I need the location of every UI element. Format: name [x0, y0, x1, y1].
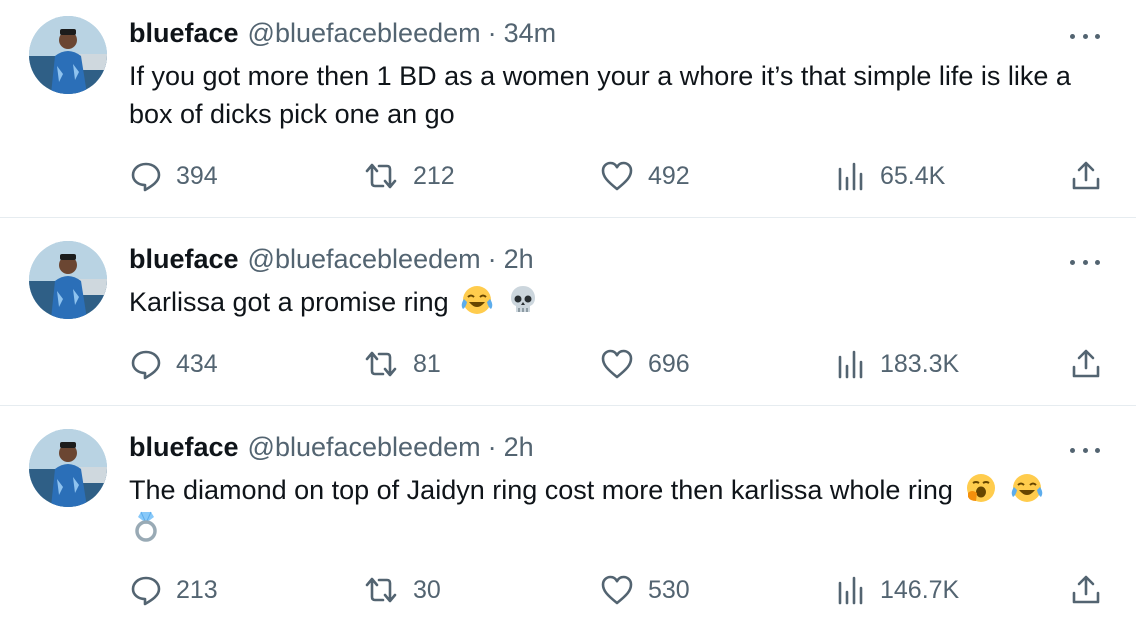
- like-count: 696: [648, 349, 690, 378]
- bar-chart-icon: [838, 576, 863, 605]
- speech-bubble-icon: [131, 350, 161, 380]
- share-upload-icon: [1072, 349, 1100, 378]
- repost-button[interactable]: 30: [363, 573, 441, 607]
- share-button[interactable]: [1070, 347, 1116, 381]
- tweet-text: Karlissa got a promise ring: [129, 283, 1089, 321]
- tweet-text: If you got more then 1 BD as a women you…: [129, 57, 1089, 133]
- views-button[interactable]: 65.4K: [836, 159, 945, 193]
- like-count: 530: [648, 575, 690, 604]
- skull-emoji: [510, 286, 535, 312]
- tweet-text-content: If you got more then 1 BD as a women you…: [129, 61, 1071, 129]
- like-count: 492: [648, 161, 690, 190]
- reply-count: 394: [176, 161, 218, 190]
- tweet[interactable]: blueface @bluefacebleedem · 2h The diamo…: [0, 407, 1136, 628]
- face-with-tears-of-joy-emoji: [1011, 474, 1043, 502]
- speech-bubble-icon: [131, 162, 161, 192]
- repost-button[interactable]: 81: [363, 347, 441, 381]
- heart-icon: [601, 349, 633, 379]
- tweet-actions: 434 81 696 183.3K: [130, 347, 1105, 381]
- like-button[interactable]: 530: [600, 573, 690, 607]
- repost-count: 81: [413, 349, 441, 378]
- separator-dot: ·: [487, 432, 497, 462]
- reply-count: 434: [176, 349, 218, 378]
- display-name[interactable]: blueface: [129, 242, 239, 276]
- share-button[interactable]: [1070, 573, 1116, 607]
- avatar[interactable]: [29, 16, 107, 94]
- repost-count: 212: [413, 161, 455, 190]
- display-name[interactable]: blueface: [129, 430, 239, 464]
- user-handle[interactable]: @bluefacebleedem: [248, 430, 481, 464]
- user-handle[interactable]: @bluefacebleedem: [248, 242, 481, 276]
- view-count: 146.7K: [880, 575, 960, 604]
- reply-button[interactable]: 434: [130, 347, 218, 381]
- reply-button[interactable]: 213: [130, 573, 218, 607]
- tweet-text-content: The diamond on top of Jaidyn ring cost m…: [129, 475, 953, 505]
- like-button[interactable]: 696: [600, 347, 690, 381]
- share-upload-icon: [1072, 575, 1100, 604]
- tweet-actions: 394 212 492 65.4K: [130, 159, 1105, 193]
- tweet[interactable]: blueface @bluefacebleedem · 34m If you g…: [0, 0, 1136, 218]
- more-dots-icon[interactable]: [1070, 257, 1100, 267]
- tweet-header: blueface @bluefacebleedem · 2h: [129, 430, 534, 464]
- reply-count: 213: [176, 575, 218, 604]
- more-dots-icon[interactable]: [1070, 31, 1100, 41]
- like-button[interactable]: 492: [600, 159, 690, 193]
- heart-icon: [601, 161, 633, 191]
- more-dots-icon[interactable]: [1070, 445, 1100, 455]
- separator-dot: ·: [487, 18, 497, 48]
- tweet-feed: blueface @bluefacebleedem · 34m If you g…: [0, 0, 1136, 628]
- share-upload-icon: [1072, 161, 1100, 190]
- yawning-face-emoji: [967, 474, 996, 502]
- reply-button[interactable]: 394: [130, 159, 218, 193]
- user-handle[interactable]: @bluefacebleedem: [248, 16, 481, 50]
- tweet-header: blueface @bluefacebleedem · 34m: [129, 16, 556, 50]
- separator-dot: ·: [487, 244, 497, 274]
- bar-chart-icon: [838, 162, 863, 191]
- avatar[interactable]: [29, 241, 107, 319]
- repost-arrows-icon: [365, 163, 397, 189]
- tweet-text-content: Karlissa got a promise ring: [129, 287, 449, 317]
- display-name[interactable]: blueface: [129, 16, 239, 50]
- bar-chart-icon: [838, 350, 863, 379]
- repost-button[interactable]: 212: [363, 159, 455, 193]
- ring-emoji: [135, 511, 157, 542]
- repost-arrows-icon: [365, 351, 397, 377]
- timestamp[interactable]: 34m: [504, 16, 557, 50]
- avatar[interactable]: [29, 429, 107, 507]
- repost-arrows-icon: [365, 577, 397, 603]
- views-button[interactable]: 183.3K: [836, 347, 959, 381]
- tweet-text: The diamond on top of Jaidyn ring cost m…: [129, 471, 1119, 547]
- repost-count: 30: [413, 575, 441, 604]
- face-with-tears-of-joy-emoji: [461, 286, 493, 314]
- heart-icon: [601, 575, 633, 605]
- view-count: 183.3K: [880, 349, 960, 378]
- tweet-actions: 213 30 530 146.7K: [130, 573, 1105, 607]
- speech-bubble-icon: [131, 576, 161, 606]
- tweet[interactable]: blueface @bluefacebleedem · 2h Karlissa …: [0, 219, 1136, 406]
- share-button[interactable]: [1070, 159, 1116, 193]
- tweet-header: blueface @bluefacebleedem · 2h: [129, 242, 534, 276]
- timestamp[interactable]: 2h: [504, 242, 534, 276]
- timestamp[interactable]: 2h: [504, 430, 534, 464]
- views-button[interactable]: 146.7K: [836, 573, 959, 607]
- view-count: 65.4K: [880, 161, 946, 190]
